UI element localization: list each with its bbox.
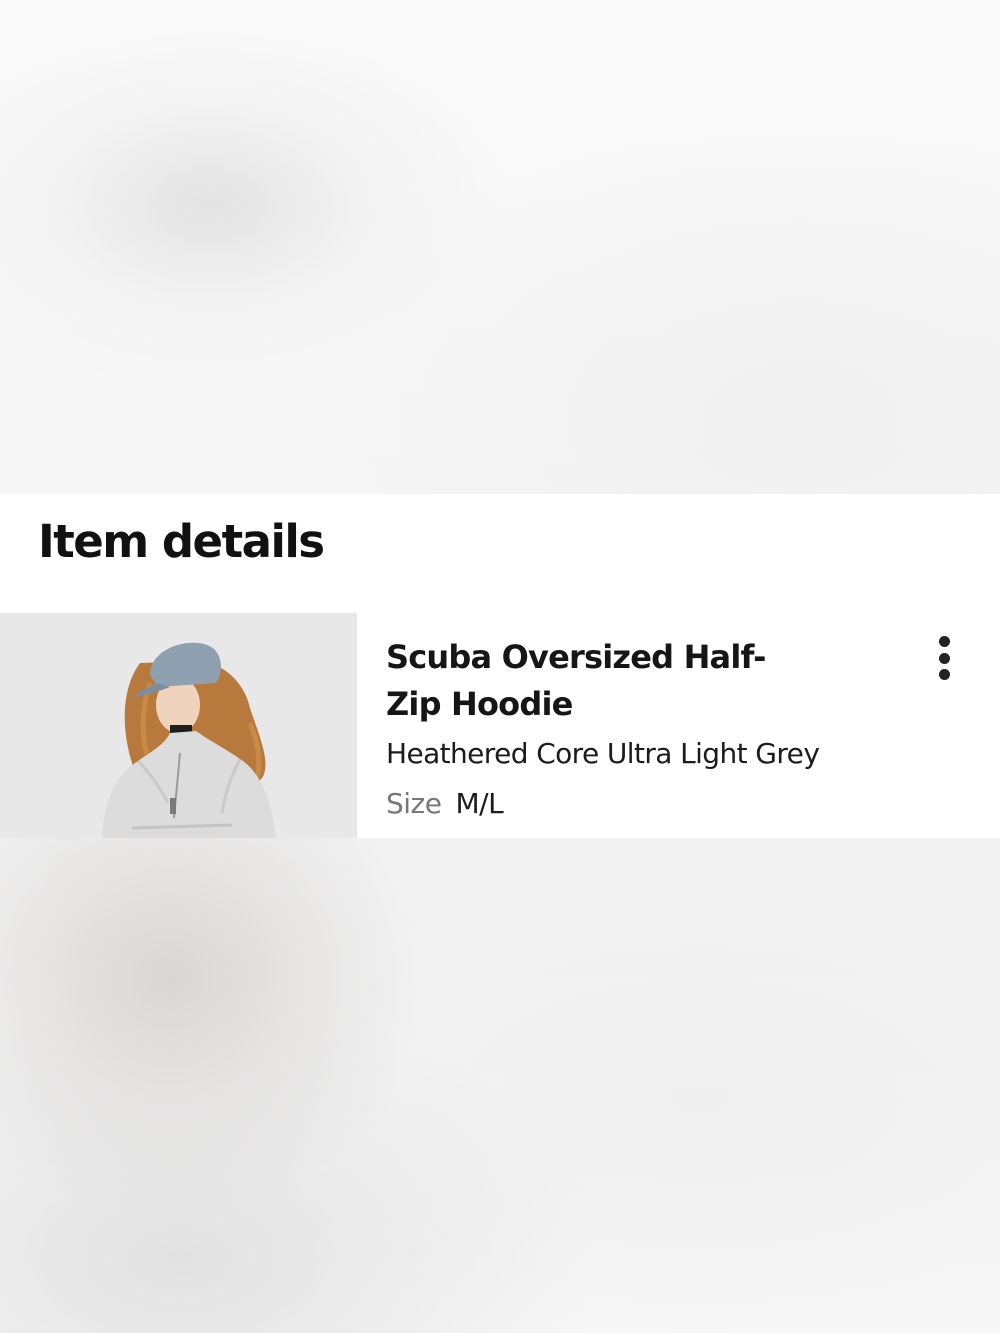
size-label: Size xyxy=(386,787,442,820)
size-value: M/L xyxy=(455,787,504,820)
blurred-background-top xyxy=(0,0,1000,494)
product-name[interactable]: Scuba Oversized Half-Zip Hoodie xyxy=(386,634,786,728)
product-info: Scuba Oversized Half-Zip Hoodie Heathere… xyxy=(386,634,886,824)
more-vertical-icon xyxy=(938,636,950,647)
section-title: Item details xyxy=(38,515,325,568)
item-details-card: Item details Scuba Oversized Half-Zip Ho… xyxy=(0,494,1000,838)
product-color: Heathered Core Ultra Light Grey xyxy=(386,737,820,770)
more-options-button[interactable] xyxy=(924,634,964,682)
more-vertical-icon-dot xyxy=(938,669,950,680)
product-size-row: Size M/L xyxy=(386,784,886,824)
blurred-background-bottom xyxy=(0,838,1000,1333)
more-vertical-icon-dot xyxy=(938,652,950,664)
product-image[interactable] xyxy=(0,613,357,838)
